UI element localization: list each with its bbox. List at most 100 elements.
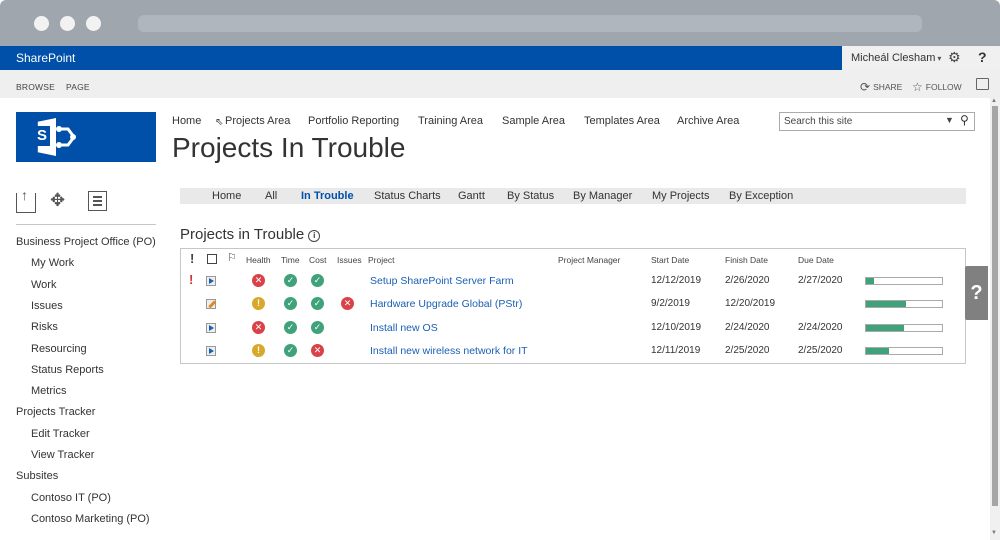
nav-item[interactable]: Resourcing: [31, 343, 87, 355]
header-time[interactable]: Time: [281, 255, 300, 265]
topnav-portfolio-reporting[interactable]: Portfolio Reporting: [308, 115, 399, 127]
finish-date-cell: 2/26/2020: [725, 275, 770, 286]
scroll-up-icon[interactable]: ▲: [991, 98, 997, 104]
vertical-scrollbar[interactable]: ▲ ▼: [990, 98, 1000, 540]
project-link[interactable]: Install new wireless network for IT: [370, 345, 528, 357]
header-project-manager[interactable]: Project Manager: [558, 255, 620, 265]
info-icon[interactable]: i: [308, 230, 321, 242]
help-button[interactable]: ?: [978, 49, 987, 65]
scrollbar-thumb[interactable]: [992, 106, 998, 506]
topnav-archive-area[interactable]: Archive Area: [677, 115, 739, 127]
table-row[interactable]: ✕ ✓ ✓ Install new OS 12/10/2019 2/24/2020 2/24…: [181, 317, 965, 340]
view-tab-my-projects[interactable]: My Projects: [652, 190, 709, 202]
gear-icon[interactable]: ⚙: [948, 49, 961, 66]
table-row[interactable]: ! ✓ ✓ ✕ Hardware Upgrade Global (PStr) 9/2/20…: [181, 293, 965, 316]
follow-button[interactable]: ☆ FOLLOW: [912, 80, 962, 94]
nav-item[interactable]: Issues: [31, 300, 63, 312]
ribbon-tab-browse[interactable]: BROWSE: [16, 82, 55, 92]
help-tab[interactable]: ?: [965, 266, 988, 320]
search-box[interactable]: Search this site ▼ ⚲: [779, 112, 975, 131]
nav-item[interactable]: Risks: [31, 321, 58, 333]
header-project[interactable]: Project: [368, 255, 394, 265]
view-tab-status-charts[interactable]: Status Charts: [374, 190, 441, 202]
cost-check-circle-icon: ✓: [311, 297, 324, 311]
project-link[interactable]: Hardware Upgrade Global (PStr): [370, 298, 522, 310]
search-input[interactable]: Search this site: [784, 116, 852, 127]
progress-bar: [865, 277, 943, 285]
upload-icon[interactable]: ↑: [16, 187, 36, 213]
view-tab-all[interactable]: All: [265, 190, 277, 202]
header-finish-date[interactable]: Finish Date: [725, 255, 768, 265]
health-warning-circle-icon: !: [252, 343, 265, 357]
nav-item[interactable]: Contoso IT (PO): [31, 492, 111, 504]
table-row[interactable]: ! ✕ ✓ ✓ Setup SharePoint Server Farm 12/12/20…: [181, 270, 965, 293]
project-type-icon[interactable]: [206, 276, 216, 286]
scroll-down-icon[interactable]: ▼: [991, 530, 997, 536]
share-label: SHARE: [873, 82, 903, 92]
window-close-dot[interactable]: [34, 16, 49, 31]
finish-date-cell: 12/20/2019: [725, 298, 776, 310]
table-row[interactable]: ! ✓ ✕ Install new wireless network for IT 12…: [181, 340, 965, 363]
view-tab-home[interactable]: Home: [212, 190, 241, 202]
project-link[interactable]: Setup SharePoint Server Farm: [370, 275, 514, 287]
finish-date-cell: 2/24/2020: [725, 321, 770, 333]
window-maximize-dot[interactable]: [86, 16, 101, 31]
header-health[interactable]: Health: [246, 255, 271, 265]
nav-heading[interactable]: Projects Tracker: [16, 406, 95, 418]
topnav-projects-area[interactable]: Projects Area: [225, 115, 290, 127]
nav-item[interactable]: Contoso Marketing (PO): [31, 513, 150, 525]
cost-x-circle-icon: ✕: [311, 343, 324, 357]
app-brand[interactable]: SharePoint: [16, 51, 75, 65]
cost-check-circle-icon: ✓: [311, 274, 324, 287]
due-date-cell: 2/24/2020: [798, 321, 843, 333]
topnav-home[interactable]: Home: [172, 115, 201, 127]
view-tab-gantt[interactable]: Gantt: [458, 190, 485, 202]
share-button[interactable]: ⟳ SHARE: [860, 80, 902, 94]
project-type-icon[interactable]: [206, 322, 216, 333]
view-tab-by-exception[interactable]: By Exception: [729, 190, 793, 202]
search-icon[interactable]: ⚲: [960, 113, 969, 127]
priority-indicator: !: [189, 272, 194, 287]
priority-header[interactable]: !: [190, 251, 194, 266]
topnav-training-area[interactable]: Training Area: [418, 115, 483, 127]
select-all-checkbox[interactable]: [207, 254, 217, 264]
doc-line: [93, 204, 102, 206]
nav-item[interactable]: Status Reports: [31, 364, 104, 376]
nav-heading[interactable]: Subsites: [16, 470, 58, 482]
move-icon[interactable]: ✥: [50, 190, 65, 211]
search-scope-dropdown-icon[interactable]: ▼: [945, 115, 954, 125]
projects-table: ! ⚐ Health Time Cost Issues Project Proj…: [180, 248, 966, 364]
topnav-sample-area[interactable]: Sample Area: [502, 115, 565, 127]
logo-s-letter: S: [34, 126, 50, 146]
project-type-icon[interactable]: [206, 345, 216, 356]
focus-mode-icon[interactable]: [976, 78, 989, 90]
project-link[interactable]: Install new OS: [370, 322, 438, 334]
nav-item[interactable]: My Work: [31, 257, 74, 269]
topnav-templates-area[interactable]: Templates Area: [584, 115, 660, 127]
header-start-date[interactable]: Start Date: [651, 255, 689, 265]
time-check-circle-icon: ✓: [284, 320, 297, 334]
header-due-date[interactable]: Due Date: [798, 255, 834, 265]
share-icon: ⟳: [860, 80, 871, 94]
header-cost[interactable]: Cost: [309, 255, 326, 265]
view-tab-by-manager[interactable]: By Manager: [573, 190, 632, 202]
nav-item[interactable]: View Tracker: [31, 449, 94, 461]
address-bar[interactable]: [138, 15, 922, 32]
doc-line: [93, 196, 102, 198]
nav-heading[interactable]: Business Project Office (PO): [16, 236, 156, 248]
nav-item[interactable]: Work: [31, 279, 56, 291]
user-menu[interactable]: Micheál Clesham ▾: [851, 52, 941, 64]
flag-icon[interactable]: ⚐: [227, 251, 237, 264]
start-date-cell: 12/11/2019: [651, 344, 701, 356]
header-issues[interactable]: Issues: [337, 255, 362, 265]
site-logo[interactable]: S: [16, 112, 156, 162]
edit-project-icon[interactable]: [206, 299, 216, 310]
ribbon-tab-page[interactable]: PAGE: [66, 82, 90, 92]
nav-item[interactable]: Metrics: [31, 385, 66, 397]
view-tab-in-trouble[interactable]: In Trouble: [301, 190, 354, 202]
nav-item[interactable]: Edit Tracker: [31, 428, 90, 440]
window-minimize-dot[interactable]: [60, 16, 75, 31]
document-icon[interactable]: [88, 191, 107, 211]
play-icon: [209, 278, 214, 284]
view-tab-by-status[interactable]: By Status: [507, 190, 554, 202]
